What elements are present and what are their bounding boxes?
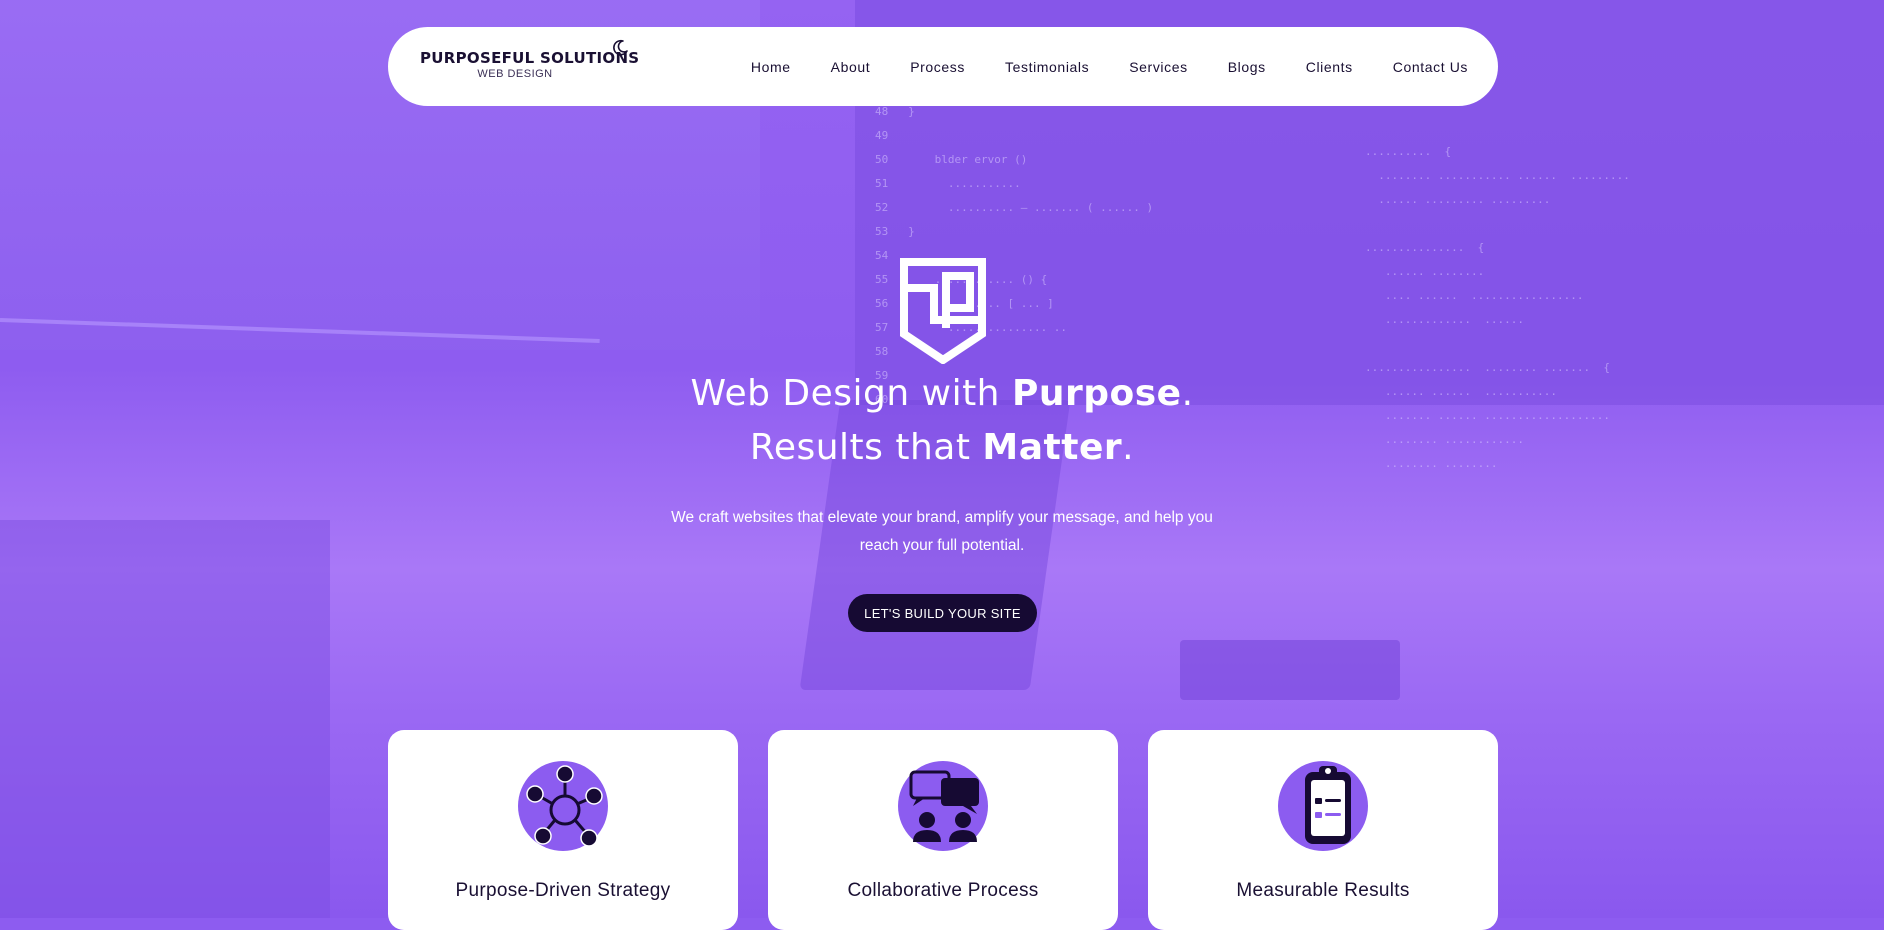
headline-1-punct: . [1181,373,1194,414]
background-books [1180,640,1400,700]
build-site-button[interactable]: LET'S BUILD YOUR SITE [848,594,1037,632]
feature-title: Purpose-Driven Strategy [455,880,671,901]
feature-card: Collaborative Process [768,730,1118,930]
headline-2-punct: . [1122,427,1135,468]
nav-links: Home About Process Testimonials Services… [751,27,1468,106]
navbar: PURPOSEFUL SOLUTIONS WEB DESIGN Home Abo… [388,27,1498,106]
nav-link-home[interactable]: Home [751,59,791,75]
clipboard-icon [1277,760,1369,852]
background-decoration [0,520,330,918]
headline-2-emphasis: Matter [982,427,1123,468]
nav-link-process[interactable]: Process [910,59,965,75]
brand-name: PURPOSEFUL SOLUTIONS [420,49,640,67]
feature-title: Collaborative Process [847,880,1039,901]
nav-link-clients[interactable]: Clients [1306,59,1353,75]
ps-monogram-logo [900,258,986,365]
feature-title: Measurable Results [1236,880,1410,901]
nav-link-about[interactable]: About [831,59,871,75]
brand-subtitle: WEB DESIGN [477,68,553,80]
brand-logo[interactable]: PURPOSEFUL SOLUTIONS WEB DESIGN [420,49,640,80]
hero-headline-line-2: Results that Matter. [0,427,1884,468]
nav-link-testimonials[interactable]: Testimonials [1005,59,1089,75]
hero-headline-line-1: Web Design with Purpose. [0,373,1884,414]
headline-2-text: Results that [749,427,983,468]
background-code: .......... { ........ ........... ......… [1365,145,1630,470]
moon-icon[interactable] [610,38,630,58]
feature-card: Measurable Results [1148,730,1498,930]
headline-1-text: Web Design with [690,373,1012,414]
feature-card: Purpose-Driven Strategy [388,730,738,930]
headline-1-emphasis: Purpose [1011,373,1182,414]
background-code: 48 } 49 50 blder ervor () 51 ...........… [875,105,1154,406]
nav-link-services[interactable]: Services [1129,59,1187,75]
chat-people-icon [897,760,989,852]
nav-link-blogs[interactable]: Blogs [1228,59,1266,75]
network-nodes-icon [517,760,609,852]
hero-subtitle: We craft websites that elevate your bran… [671,509,1213,554]
nav-link-contact[interactable]: Contact Us [1393,59,1468,75]
